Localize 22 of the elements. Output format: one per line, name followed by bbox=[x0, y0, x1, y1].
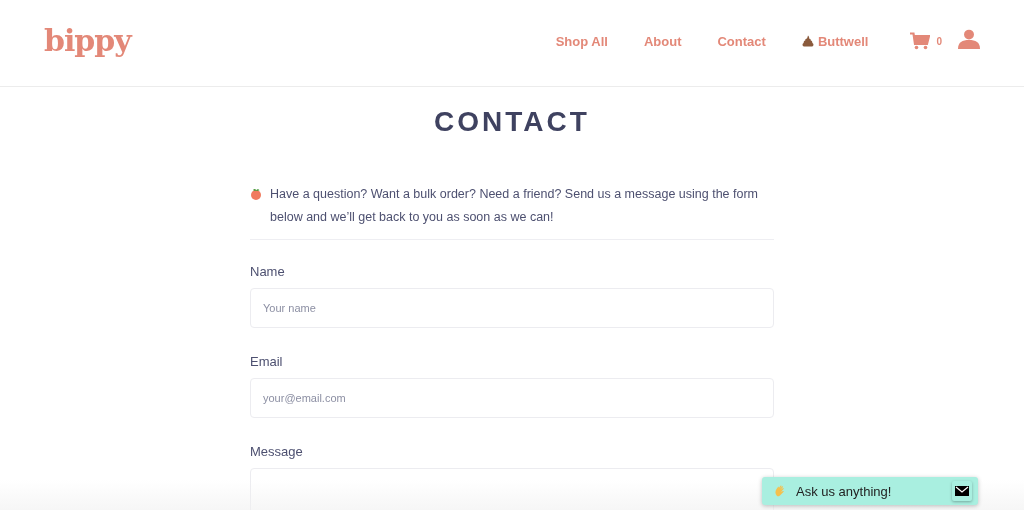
intro-text: Have a question? Want a bulk order? Need a friend? Send us a message using the form below and we’ll get back to you as soon as we can! bbox=[270, 186, 760, 226]
logo[interactable]: bippy bbox=[44, 22, 131, 58]
nav-link[interactable]: Contact bbox=[717, 33, 766, 49]
user-icon[interactable] bbox=[958, 29, 980, 49]
chat-widget[interactable]: Ask us anything! bbox=[762, 477, 978, 505]
envelope-icon bbox=[955, 486, 969, 496]
nav-link[interactable]: Buttwell bbox=[801, 33, 869, 49]
nav-link[interactable]: Shop All bbox=[555, 33, 608, 49]
page-title: CONTACT bbox=[434, 105, 590, 139]
cart-count: 0 bbox=[936, 35, 942, 47]
field-label: Name bbox=[250, 264, 286, 279]
input-field[interactable]: your@email.com bbox=[250, 378, 774, 418]
field-label: Message bbox=[250, 444, 304, 459]
waving-hand-icon bbox=[774, 485, 786, 497]
cart-icon[interactable] bbox=[910, 32, 931, 50]
nav-link[interactable]: About bbox=[643, 33, 682, 49]
input-field[interactable]: Your name bbox=[250, 288, 774, 328]
chat-label: Ask us anything! bbox=[796, 483, 893, 499]
mail-button[interactable] bbox=[952, 481, 972, 501]
poop-icon bbox=[801, 35, 814, 47]
field-label: Email bbox=[250, 354, 284, 369]
message-field[interactable] bbox=[250, 468, 774, 510]
